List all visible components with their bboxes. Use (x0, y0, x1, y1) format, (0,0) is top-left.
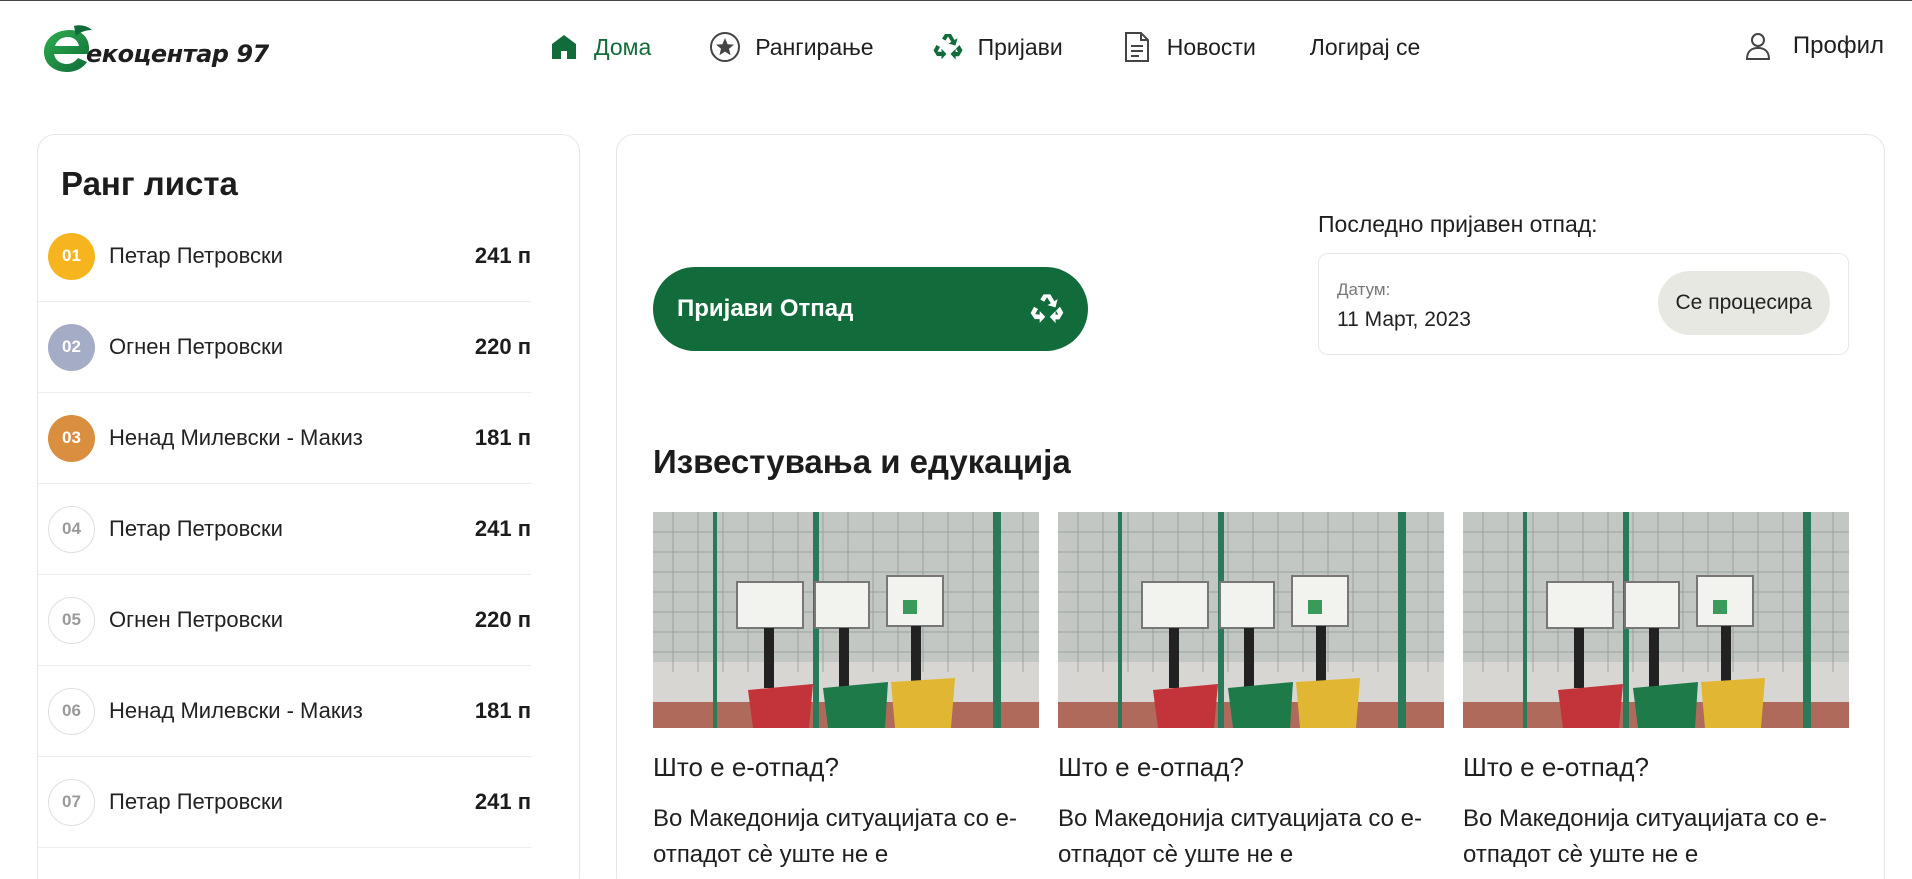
news-section-title: Известувања и едукација (653, 443, 1071, 480)
news-card-text: Во Македонија ситуацијата со е-отпадот с… (1058, 805, 1422, 868)
top-header: екоцентар 97 Дома Рангирање Пријави Ново… (0, 1, 1912, 93)
news-card-image (1058, 512, 1444, 728)
user-icon (1743, 31, 1773, 61)
ranking-row[interactable]: 05 Огнен Петровски 220 п (37, 575, 531, 666)
rank-number-badge: 05 (48, 596, 95, 644)
report-waste-button[interactable]: Пријави Отпад (653, 267, 1088, 351)
news-card-title: Што е е-отпад? (1463, 752, 1649, 782)
news-card-image (1463, 512, 1849, 728)
nav-item-report[interactable]: Пријави (932, 31, 1063, 63)
nav-item-login[interactable]: Логирај се (1310, 34, 1421, 61)
rank-user-name: Петар Петровски (109, 243, 283, 268)
rank-points: 220 п (474, 334, 531, 359)
last-report-label: Последно пријавен отпад: (1318, 211, 1598, 237)
ranking-title: Ранг листа (61, 165, 238, 202)
brand-name: екоцентар 97 (86, 40, 269, 68)
news-card-title: Што е е-отпад? (1058, 752, 1244, 782)
rank-user-name: Ненад Милевски - Макиз (109, 425, 363, 450)
nav-item-label: Пријави (977, 33, 1063, 60)
main-nav: Дома Рангирање Пријави Новости Логирај с… (548, 25, 1478, 69)
news-card-text: Во Македонија ситуацијата со е-отпадот с… (1463, 805, 1827, 868)
nav-item-label: Новости (1166, 33, 1256, 60)
news-card[interactable]: Што е е-отпад? Во Македонија ситуацијата … (653, 512, 1039, 873)
profile-link[interactable]: Профил (1743, 31, 1884, 61)
news-card-title: Што е е-отпад? (653, 752, 839, 782)
news-card[interactable]: Што е е-отпад? Во Македонија ситуацијата … (1463, 512, 1849, 873)
ranking-row[interactable]: 06 Ненад Милевски - Макиз 181 п (37, 666, 531, 757)
rank-number-badge: 01 (48, 232, 95, 280)
report-date: 11 Март, 2023 (1337, 308, 1471, 331)
nav-item-label: Рангирање (755, 33, 874, 60)
ranking-row[interactable]: 01 Петар Петровски 241 п (37, 211, 531, 302)
logo-mark-icon (40, 24, 94, 74)
date-label: Датум: (1337, 280, 1391, 299)
rank-number-badge: 07 (48, 778, 95, 826)
brand-logo[interactable]: екоцентар 97 (40, 23, 270, 75)
rank-number-badge: 04 (48, 505, 95, 553)
rank-points: 241 п (474, 516, 531, 541)
rank-user-name: Петар Петровски (109, 789, 283, 814)
news-card[interactable]: Што е е-отпад? Во Македонија ситуацијата … (1058, 512, 1444, 873)
news-card-image (653, 512, 1039, 728)
status-badge: Се процесира (1657, 271, 1830, 335)
home-icon (548, 31, 580, 63)
rank-points: 241 п (474, 789, 531, 814)
last-report-card[interactable]: Датум: 11 Март, 2023 Се процесира (1318, 253, 1849, 355)
rank-number-badge: 06 (48, 687, 95, 735)
nav-item-home[interactable]: Дома (548, 31, 651, 63)
ranking-row[interactable]: 07 Петар Петровски 241 п (37, 757, 531, 848)
recycle-icon (932, 31, 964, 63)
ranking-row[interactable]: 04 Петар Петровски 241 п (37, 484, 531, 575)
rank-points: 220 п (474, 607, 531, 632)
nav-item-news[interactable]: Новости (1121, 31, 1256, 63)
rank-user-name: Огнен Петровски (109, 334, 284, 359)
document-icon (1121, 31, 1153, 63)
news-card-text: Во Македонија ситуацијата со е-отпадот с… (653, 805, 1017, 868)
rank-points: 181 п (474, 698, 531, 723)
star-icon (709, 31, 741, 63)
rank-number-badge: 02 (48, 323, 95, 371)
rank-number-badge: 03 (48, 414, 95, 462)
recycle-icon (1028, 291, 1066, 327)
report-waste-label: Пријави Отпад (677, 295, 854, 322)
rank-user-name: Петар Петровски (109, 516, 283, 541)
rank-points: 241 п (474, 243, 531, 268)
ranking-row[interactable]: 02 Огнен Петровски 220 п (37, 302, 531, 393)
nav-item-label: Логирај се (1309, 33, 1421, 60)
profile-label: Профил (1792, 32, 1884, 59)
rank-points: 181 п (474, 425, 531, 450)
rank-user-name: Ненад Милевски - Макиз (109, 698, 363, 723)
nav-item-label: Дома (594, 33, 652, 60)
nav-item-ranking[interactable]: Рангирање (709, 31, 874, 63)
main-panel: Пријави Отпад Последно пријавен отпад: Д… (616, 134, 1885, 879)
rank-user-name: Огнен Петровски (109, 607, 284, 632)
ranking-row[interactable]: 03 Ненад Милевски - Макиз 181 п (37, 393, 531, 484)
